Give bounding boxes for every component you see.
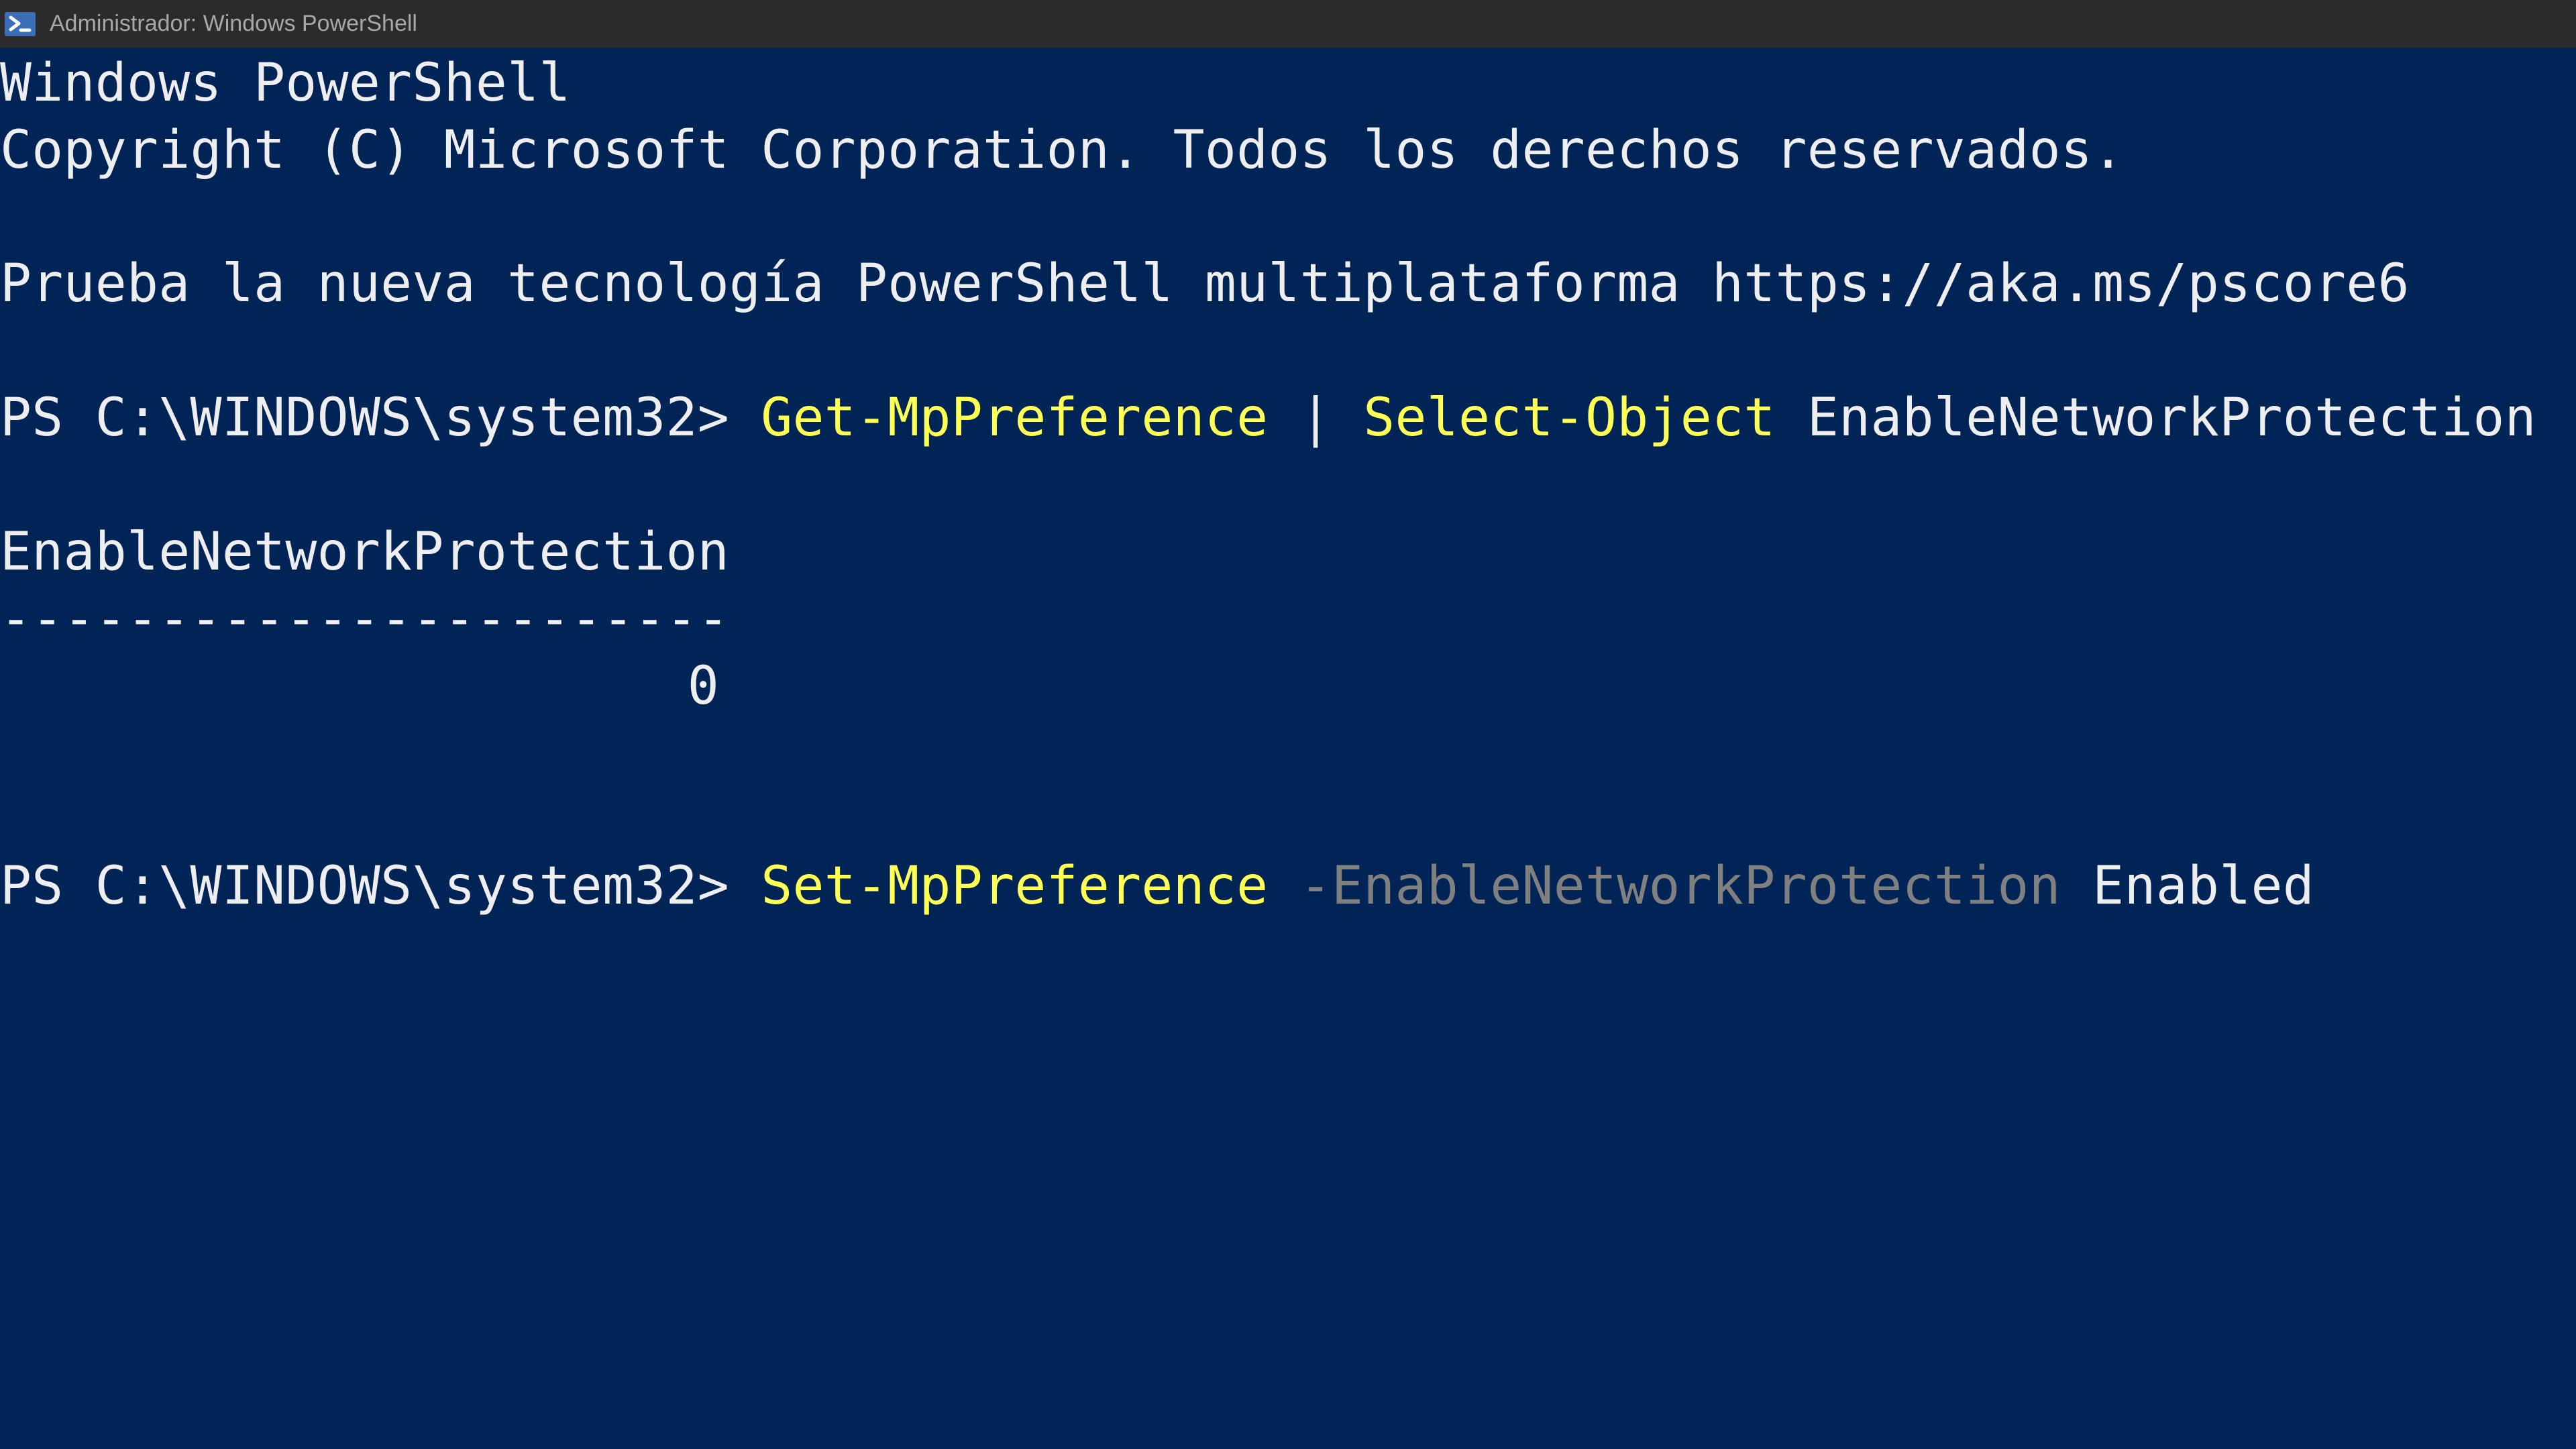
command-argument: EnableNetworkProtection <box>1775 388 2536 448</box>
powershell-window: Administrador: Windows PowerShell Window… <box>0 0 2576 1449</box>
window-title: Administrador: Windows PowerShell <box>50 11 417 36</box>
parameter-name: -EnableNetworkProtection <box>1268 856 2061 916</box>
banner-line-3: Prueba la nueva tecnología PowerShell mu… <box>0 254 2410 314</box>
command-line-1: PS C:\WINDOWS\system32> Get-MpPreference… <box>0 384 2576 451</box>
pipe-operator: | <box>1268 388 1364 448</box>
output-header: EnableNetworkProtection <box>0 522 729 582</box>
banner-line-2: Copyright (C) Microsoft Corporation. Tod… <box>0 120 2125 180</box>
powershell-icon <box>4 11 36 37</box>
cmdlet-name: Set-MpPreference <box>761 856 1269 916</box>
cmdlet-name-2: Select-Object <box>1363 388 1776 448</box>
command-line-2[interactable]: PS C:\WINDOWS\system32> Set-MpPreference… <box>0 853 2576 920</box>
cmdlet-name: Get-MpPreference <box>761 388 1269 448</box>
prompt: PS C:\WINDOWS\system32> <box>0 388 761 448</box>
output-value: 0 <box>687 656 719 716</box>
output-value-row: 0 <box>0 653 2576 720</box>
banner-line-1: Windows PowerShell <box>0 53 571 113</box>
console-area[interactable]: Windows PowerShell Copyright (C) Microso… <box>0 48 2576 1449</box>
prompt: PS C:\WINDOWS\system32> <box>0 856 761 916</box>
parameter-value: Enabled <box>2060 856 2315 916</box>
output-separator: ----------------------- <box>0 589 729 649</box>
title-bar[interactable]: Administrador: Windows PowerShell <box>0 0 2576 48</box>
